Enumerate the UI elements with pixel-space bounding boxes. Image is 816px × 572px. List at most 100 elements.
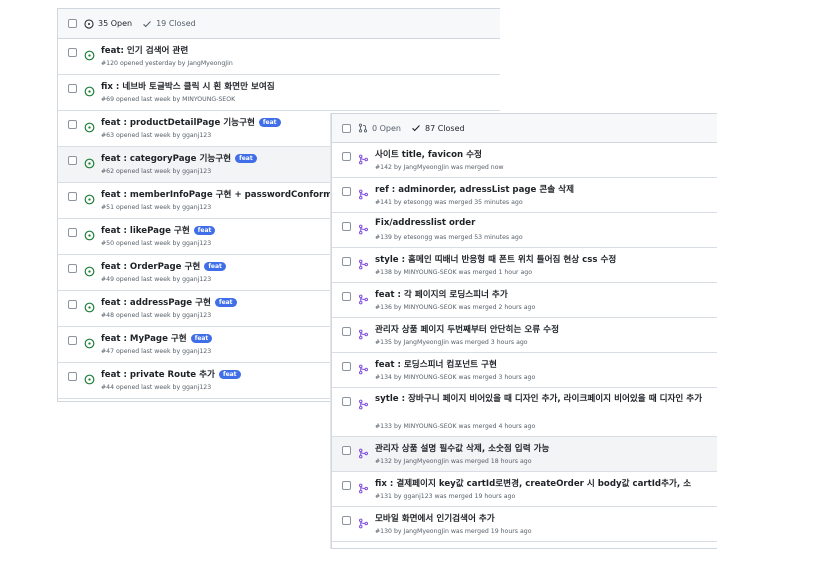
- issue-title-link[interactable]: feat : memberInfoPage 구현 + passwordConfo…: [101, 188, 332, 200]
- issue-open-icon: [84, 334, 95, 349]
- row-checkbox[interactable]: [68, 372, 77, 381]
- row-checkbox[interactable]: [68, 84, 77, 93]
- title-text: feat : addressPage 구현: [101, 298, 211, 308]
- open-count-label: 35 Open: [98, 19, 133, 28]
- pull-request-row[interactable]: 사이트 title, favicon 수정 #142 by JangMyeongJ…: [332, 143, 717, 178]
- row-checkbox[interactable]: [342, 292, 351, 301]
- title-text: feat : categoryPage 기능구현: [101, 154, 232, 164]
- row-checkbox[interactable]: [68, 336, 77, 345]
- title-text: 사이트 title, favicon 수정: [375, 150, 482, 160]
- title-text: feat : productDetailPage 기능구현: [101, 118, 255, 128]
- pull-merged-icon: [358, 185, 369, 200]
- row-checkbox[interactable]: [342, 327, 351, 336]
- row-checkbox[interactable]: [342, 516, 351, 525]
- issue-title-link[interactable]: feat : categoryPage 기능구현 feat: [101, 152, 257, 164]
- row-meta: #62 opened last week by gganj123: [101, 168, 212, 175]
- row-meta: #69 opened last week by MINYOUNG-SEOK: [101, 96, 236, 103]
- row-meta: #133 by MINYOUNG-SEOK was merged 4 hours…: [375, 423, 536, 430]
- label-badge[interactable]: feat: [214, 297, 237, 307]
- pull-title-link[interactable]: Fix/addresslist order: [375, 218, 475, 228]
- issue-row[interactable]: fix : 네브바 토글박스 클릭 시 흰 화면만 보여짐 #69 opened …: [58, 75, 500, 111]
- pull-request-row[interactable]: feat : 로딩스피너 컴포넌트 구현 #134 by MINYOUNG-SEO…: [332, 353, 717, 388]
- issue-title-link[interactable]: feat : likePage 구현 feat: [101, 224, 216, 236]
- row-meta: #138 by MINYOUNG-SEOK was merged 1 hour …: [375, 269, 533, 276]
- row-checkbox[interactable]: [68, 120, 77, 129]
- pull-request-row[interactable]: ref : adminorder, adressList page 콘솔 삭제 #…: [332, 178, 717, 213]
- row-checkbox[interactable]: [68, 156, 77, 165]
- row-checkbox[interactable]: [342, 397, 351, 406]
- row-checkbox[interactable]: [68, 300, 77, 309]
- pull-request-row[interactable]: 관리자 상품 설명 필수값 삭제, 소숫점 입력 가능 #132 by JangM…: [332, 437, 717, 472]
- title-text: 관리자 상품 페이지 두번째부터 안단히는 오류 수정: [375, 325, 559, 335]
- select-all-checkbox[interactable]: [68, 19, 77, 28]
- title-text: fix : 네브바 토글박스 클릭 시 흰 화면만 보여짐: [101, 82, 275, 92]
- row-checkbox[interactable]: [342, 222, 351, 231]
- row-meta: #139 by etesongg was merged 53 minutes a…: [375, 234, 523, 241]
- pull-title-link[interactable]: 관리자 상품 설명 필수값 삭제, 소숫점 입력 가능: [375, 442, 549, 454]
- pull-request-row[interactable]: feat : 각 페이지의 로딩스피너 추가 #136 by MINYOUNG-S…: [332, 283, 717, 318]
- label-badge[interactable]: feat: [193, 225, 216, 235]
- row-checkbox[interactable]: [342, 187, 351, 196]
- pull-title-link[interactable]: feat : 각 페이지의 로딩스피너 추가: [375, 288, 508, 300]
- row-checkbox[interactable]: [342, 152, 351, 161]
- issue-title-link[interactable]: feat : private Route 추가 feat: [101, 368, 241, 380]
- pull-title-link[interactable]: sytle : 장바구니 페이지 비어있을 때 디자인 추가, 라이크페이지 비…: [375, 393, 710, 405]
- row-checkbox[interactable]: [68, 192, 77, 201]
- label-badge[interactable]: feat: [258, 117, 281, 127]
- title-text: fix : 결제페이지 key값 cartId로변경, createOrder …: [375, 479, 692, 489]
- closed-pulls-filter[interactable]: 87 Closed: [411, 123, 465, 133]
- row-meta: #135 by JangMyeongJin was merged 3 hours…: [375, 339, 528, 346]
- issue-row[interactable]: feat: 인기 검색어 관련 #120 opened yesterday by …: [58, 39, 500, 75]
- issue-open-icon: [84, 226, 95, 241]
- issue-open-icon: [84, 154, 95, 169]
- pull-title-link[interactable]: style : 홈메인 띠배너 반응형 때 폰트 위치 틀어짐 현상 css 수…: [375, 253, 616, 265]
- issue-title-link[interactable]: feat : OrderPage 구현 feat: [101, 260, 226, 272]
- pull-title-link[interactable]: 사이트 title, favicon 수정: [375, 148, 482, 160]
- select-all-checkbox[interactable]: [342, 123, 351, 133]
- issue-title-link[interactable]: fix : 네브바 토글박스 클릭 시 흰 화면만 보여짐: [101, 80, 275, 92]
- row-checkbox[interactable]: [342, 446, 351, 455]
- pull-merged-icon: [358, 325, 369, 340]
- row-meta: #134 by MINYOUNG-SEOK was merged 3 hours…: [375, 374, 536, 381]
- pull-request-row[interactable]: sytle : 장바구니 페이지 비어있을 때 디자인 추가, 라이크페이지 비…: [332, 388, 717, 437]
- row-meta: #44 opened last week by gganj123: [101, 384, 212, 391]
- issue-title-link[interactable]: feat : productDetailPage 기능구현 feat: [101, 116, 281, 128]
- row-checkbox[interactable]: [68, 48, 77, 57]
- label-badge[interactable]: feat: [218, 369, 241, 379]
- row-checkbox[interactable]: [342, 481, 351, 490]
- pull-title-link[interactable]: 관리자 상품 페이지 두번째부터 안단히는 오류 수정: [375, 323, 559, 335]
- row-meta: #130 by JangMyeongJin was merged 19 hour…: [375, 528, 532, 535]
- pull-request-row[interactable]: 모바일 화면에서 인기검색어 추가 #130 by JangMyeongJin w…: [332, 507, 717, 542]
- issue-title-link[interactable]: feat : MyPage 구현 feat: [101, 332, 213, 344]
- pull-title-link[interactable]: ref : adminorder, adressList page 콘솔 삭제: [375, 183, 574, 195]
- closed-issues-filter[interactable]: 19 Closed: [142, 19, 196, 29]
- pull-request-rows: 사이트 title, favicon 수정 #142 by JangMyeongJ…: [332, 143, 717, 542]
- open-issues-filter[interactable]: 35 Open: [84, 18, 133, 29]
- label-badge[interactable]: feat: [204, 261, 226, 271]
- pull-title-link[interactable]: feat : 로딩스피너 컴포넌트 구현: [375, 358, 497, 370]
- title-text: feat : private Route 추가: [101, 370, 215, 380]
- label-badge[interactable]: feat: [190, 333, 213, 343]
- open-pulls-filter[interactable]: 0 Open: [358, 123, 401, 133]
- row-meta: #131 by gganj123 was merged 19 hours ago: [375, 493, 516, 500]
- row-checkbox[interactable]: [342, 362, 351, 371]
- label-badge[interactable]: feat: [235, 153, 257, 163]
- pull-request-row[interactable]: 관리자 상품 페이지 두번째부터 안단히는 오류 수정 #135 by JangM…: [332, 318, 717, 353]
- issue-open-icon: [84, 46, 95, 61]
- pull-merged-icon: [358, 255, 369, 270]
- pull-request-row[interactable]: style : 홈메인 띠배너 반응형 때 폰트 위치 틀어짐 현상 css 수…: [332, 248, 717, 283]
- row-checkbox[interactable]: [68, 228, 77, 237]
- row-checkbox[interactable]: [342, 257, 351, 266]
- pull-request-row[interactable]: fix : 결제페이지 key값 cartId로변경, createOrder …: [332, 472, 717, 507]
- row-meta: #63 opened last week by gganj123: [101, 132, 212, 139]
- row-meta: #142 by JangMyeongJin was merged now: [375, 164, 504, 171]
- pull-title-link[interactable]: 모바일 화면에서 인기검색어 추가: [375, 512, 495, 524]
- issue-title-link[interactable]: feat: 인기 검색어 관련: [101, 44, 188, 56]
- pull-request-row[interactable]: Fix/addresslist order #139 by etesongg wa…: [332, 213, 717, 248]
- title-text: feat : 로딩스피너 컴포넌트 구현: [375, 360, 497, 370]
- row-checkbox[interactable]: [68, 264, 77, 273]
- issue-title-link[interactable]: feat : addressPage 구현 feat: [101, 296, 237, 308]
- row-meta: #51 opened last week by gganj123: [101, 204, 212, 211]
- pull-title-link[interactable]: fix : 결제페이지 key값 cartId로변경, createOrder …: [375, 477, 691, 489]
- title-text: 모바일 화면에서 인기검색어 추가: [375, 514, 495, 524]
